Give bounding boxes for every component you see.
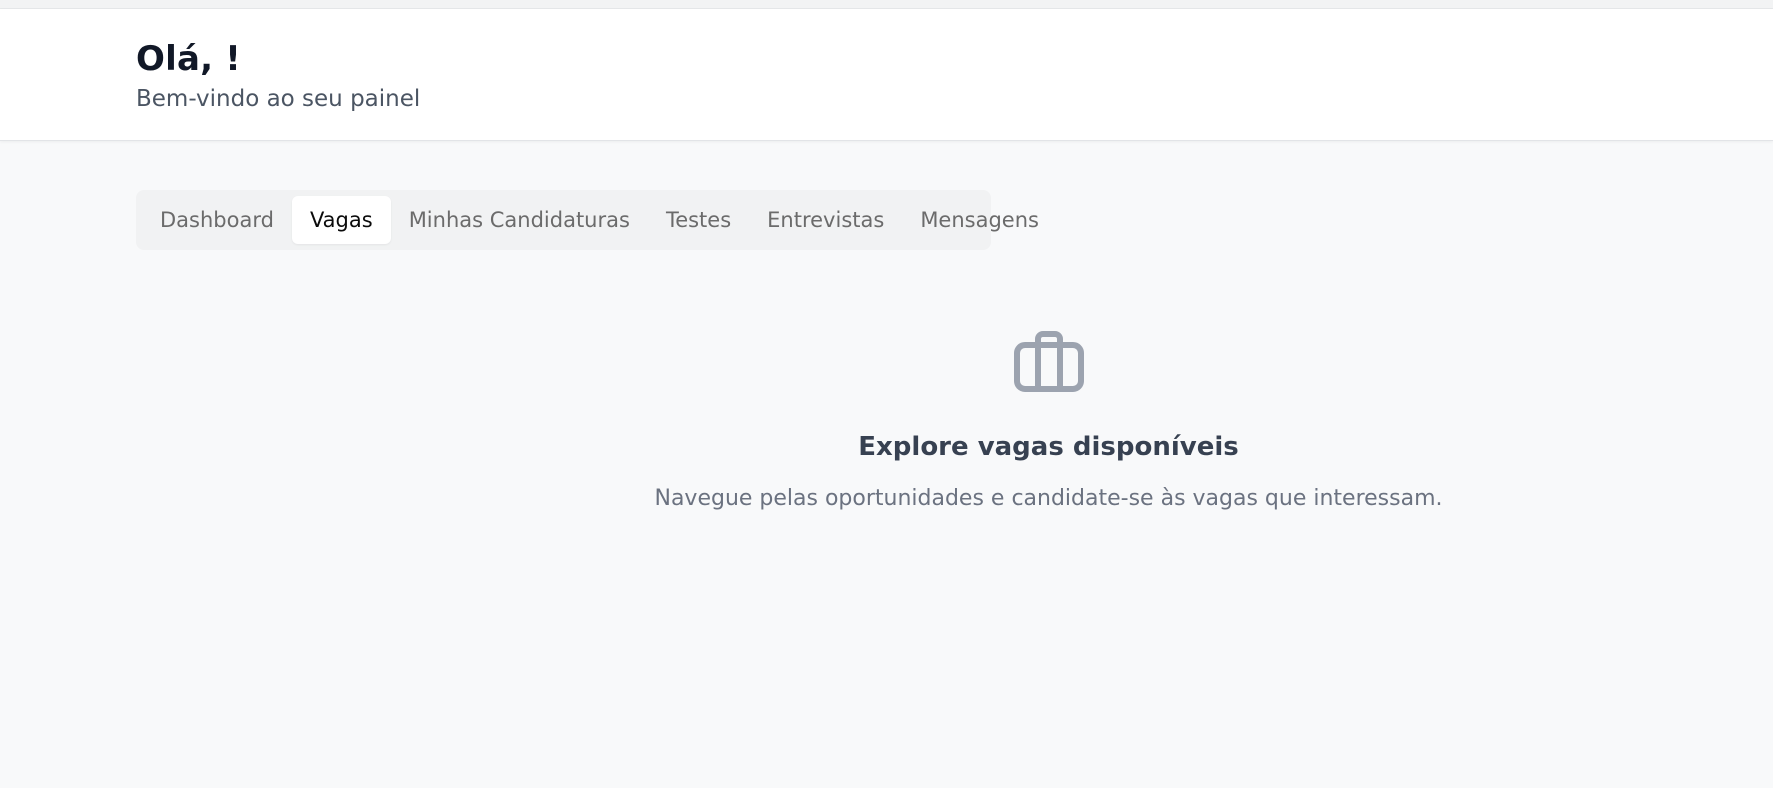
tab-entrevistas[interactable]: Entrevistas [749, 196, 902, 244]
page-title: Olá, ! [136, 39, 241, 79]
page-subtitle: Bem-vindo ao seu painel [136, 86, 421, 112]
page: Olá, ! Bem-vindo ao seu painel Dashboard… [0, 0, 1773, 788]
tab-minhas-candidaturas[interactable]: Minhas Candidaturas [391, 196, 648, 244]
browser-top-strip [0, 0, 1773, 9]
empty-state-title: Explore vagas disponíveis [858, 432, 1239, 462]
empty-state-description: Navegue pelas oportunidades e candidate-… [654, 486, 1443, 511]
page-header: Olá, ! Bem-vindo ao seu painel [0, 9, 1773, 141]
tab-bar: Dashboard Vagas Minhas Candidaturas Test… [136, 190, 1039, 250]
empty-state: Explore vagas disponíveis Navegue pelas … [0, 330, 1773, 511]
tab-dashboard[interactable]: Dashboard [142, 196, 292, 244]
tab-mensagens[interactable]: Mensagens [902, 196, 1057, 244]
briefcase-icon [1013, 331, 1084, 392]
tab-testes[interactable]: Testes [648, 196, 749, 244]
tab-vagas[interactable]: Vagas [291, 196, 391, 244]
